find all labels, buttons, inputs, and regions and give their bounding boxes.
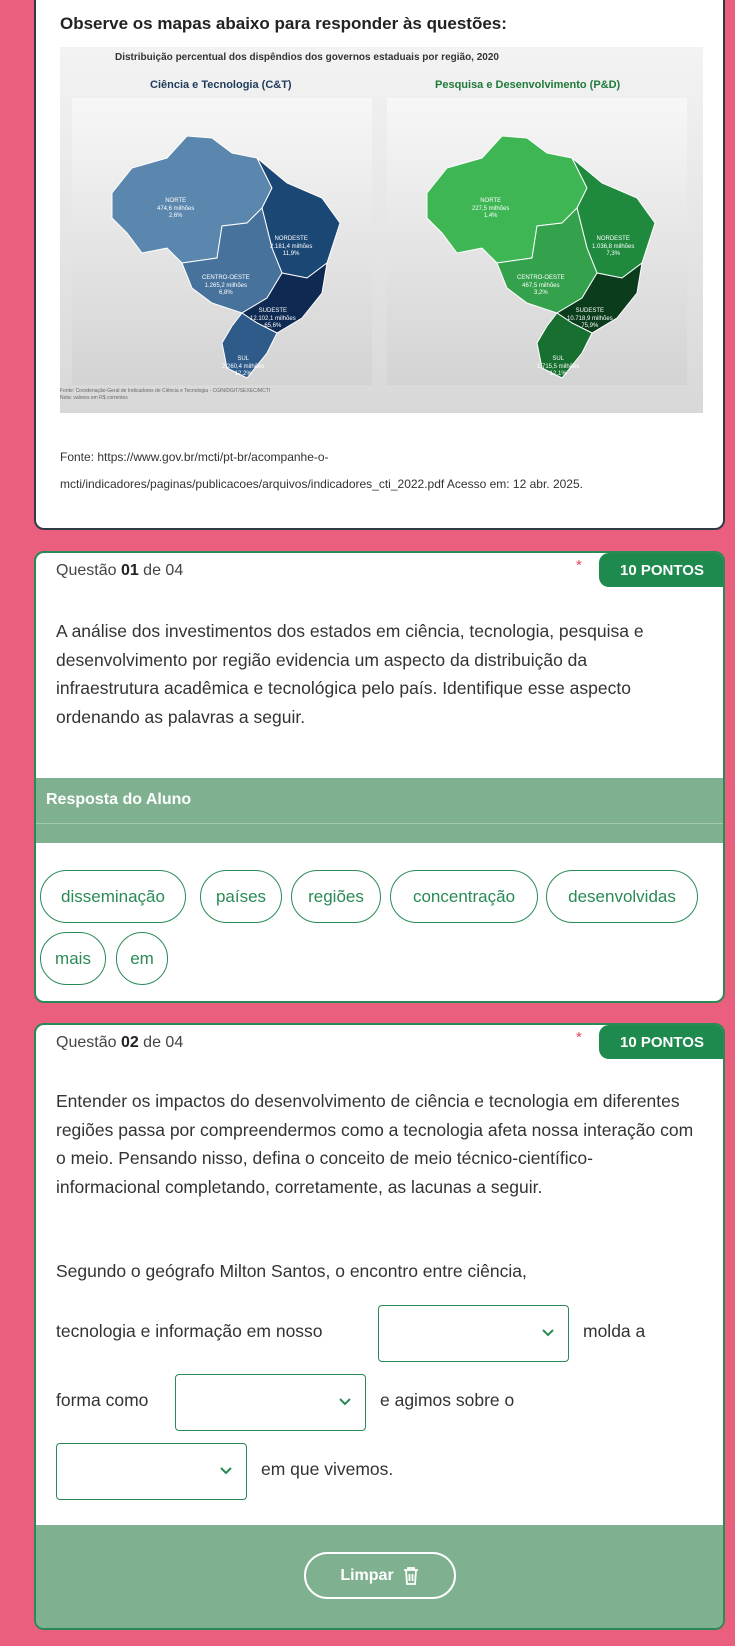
word-chip[interactable]: disseminação: [40, 870, 186, 923]
fill-line-3-end: e agimos sobre o: [380, 1390, 515, 1410]
word-chip[interactable]: regiões: [291, 870, 381, 923]
maps-figure: Distribuição percentual dos dispêndios d…: [60, 47, 703, 413]
chevron-down-icon: [220, 1467, 232, 1475]
pd-map: NORTE 227,5 milhões 1,4% NORDESTE 1.036,8 m…: [387, 98, 687, 385]
fill-line-4: em que vivemos.: [261, 1459, 394, 1479]
word-chip[interactable]: mais: [40, 932, 106, 985]
points-badge: 10 PONTOS: [599, 553, 723, 587]
pd-centro-oeste-label: CENTRO-OESTE 467,5 milhões 3,2%: [517, 275, 565, 296]
question-01-card: Questão 01 de 04 * 10 PONTOS A análise d…: [34, 551, 725, 1003]
blank-select-2[interactable]: [175, 1374, 366, 1431]
ct-centro-oeste-label: CENTRO-OESTE 1.265,2 milhões 6,8%: [202, 275, 250, 296]
points-badge: 10 PONTOS: [599, 1025, 723, 1059]
chevron-down-icon: [339, 1398, 351, 1406]
blank-select-1[interactable]: [378, 1305, 569, 1362]
question-text: A análise dos investimentos dos estados …: [56, 621, 644, 727]
pd-sul-label: SUL 1.715,5 milhões 12,1%: [537, 356, 580, 377]
pd-norte-label: NORTE 227,5 milhões 1,4%: [472, 198, 510, 219]
intro-card: Observe os mapas abaixo para responder à…: [34, 0, 725, 530]
pd-map-title: Pesquisa e Desenvolvimento (P&D): [435, 79, 621, 91]
ct-map: NORTE 474,6 milhões 2,6% NORDESTE 2.181,4 m…: [72, 98, 372, 385]
answer-label: Resposta do Aluno: [36, 778, 723, 823]
word-chip[interactable]: concentração: [390, 870, 538, 923]
fill-line-3-start: forma como: [56, 1390, 149, 1410]
question-text: Entender os impactos do desenvolvimento …: [56, 1091, 694, 1197]
clear-button-label: Limpar: [340, 1566, 394, 1584]
chevron-down-icon: [542, 1329, 554, 1337]
fill-line-2-start: tecnologia e informação em nosso: [56, 1321, 323, 1341]
fill-line-1: Segundo o geógrafo Milton Santos, o enco…: [56, 1261, 527, 1281]
question-header: Questão 02 de 04: [56, 1034, 184, 1051]
blank-select-3[interactable]: [56, 1443, 247, 1500]
source-line-1: Fonte: https://www.gov.br/mcti/pt-br/aco…: [60, 450, 329, 464]
trash-icon: [403, 1566, 418, 1585]
intro-title: Observe os mapas abaixo para responder à…: [60, 14, 507, 33]
word-chip[interactable]: desenvolvidas: [546, 870, 698, 923]
source-line-2: mcti/indicadores/paginas/publicacoes/arq…: [60, 477, 583, 491]
pd-nordeste-label: NORDESTE 1.036,8 milhões 7,3%: [592, 236, 635, 257]
required-marker: *: [576, 557, 582, 574]
ct-nordeste-label: NORDESTE 2.181,4 milhões 11,9%: [270, 236, 313, 257]
clear-button[interactable]: Limpar: [304, 1552, 456, 1599]
figure-source: Fonte: Coordenação-Geral de Indicadores …: [60, 388, 271, 401]
figure-title: Distribuição percentual dos dispêndios d…: [115, 52, 499, 63]
fill-line-2-end: molda a: [583, 1321, 646, 1341]
answer-drop-zone[interactable]: [36, 823, 723, 843]
ct-sul-label: SUL 2.260,4 milhões 12,2%: [222, 356, 265, 377]
pd-sudeste-label: SUDESTE 10.718,9 milhões 75,9%: [567, 308, 613, 329]
ct-map-title: Ciência e Tecnologia (C&T): [150, 79, 292, 91]
ct-norte-label: NORTE 474,6 milhões 2,6%: [157, 198, 195, 219]
question-header: Questão 01 de 04: [56, 562, 184, 579]
word-chip[interactable]: em: [116, 932, 168, 985]
word-chip[interactable]: países: [200, 870, 282, 923]
ct-sudeste-label: SUDESTE 12.102,1 milhões 65,6%: [250, 308, 296, 329]
question-02-card: Questão 02 de 04 * 10 PONTOS Entender os…: [34, 1023, 725, 1630]
answer-footer: Limpar: [36, 1525, 723, 1628]
required-marker: *: [576, 1029, 582, 1046]
